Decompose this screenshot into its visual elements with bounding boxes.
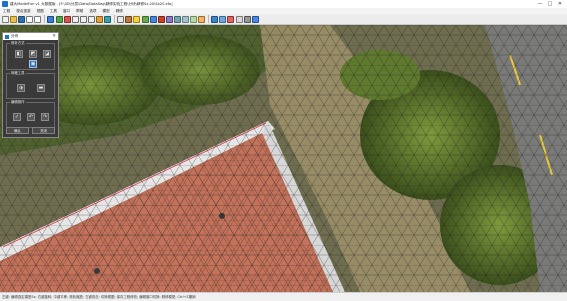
- group-repair-mode: 修补方式 ◧ ◩ ◪ ▣: [6, 41, 55, 70]
- rotate-icon[interactable]: [96, 15, 104, 23]
- export-icon[interactable]: [211, 15, 219, 23]
- settings-icon[interactable]: [243, 15, 251, 23]
- group-label: 修补方式: [10, 41, 26, 45]
- edit-redo-button[interactable]: ↷: [41, 113, 49, 121]
- maximize-button[interactable]: □: [545, 0, 555, 8]
- panel-app-icon: [5, 34, 9, 39]
- select-icon[interactable]: [149, 15, 157, 23]
- panel-footer: 确认 关闭: [6, 127, 55, 134]
- redo-icon: ↷: [42, 114, 48, 120]
- mesh-car-button[interactable]: ▬: [37, 84, 45, 92]
- grid-icon[interactable]: [235, 15, 243, 23]
- repair-fill-button[interactable]: ◪: [43, 50, 51, 58]
- close-button[interactable]: ✕: [555, 0, 565, 8]
- delete-icon[interactable]: [157, 15, 165, 23]
- undo-icon[interactable]: [26, 15, 34, 23]
- bridge-icon[interactable]: [181, 15, 189, 23]
- group-label: 编辑操作: [10, 100, 26, 104]
- new-icon[interactable]: [2, 15, 9, 23]
- flat-icon: ◧: [16, 51, 22, 57]
- edit-undo-button[interactable]: ↶: [27, 113, 35, 121]
- 3d-viewport[interactable]: [0, 25, 567, 292]
- check-icon: ✓: [14, 114, 20, 120]
- open-icon[interactable]: [10, 15, 18, 23]
- zoom-out-icon[interactable]: [79, 15, 87, 23]
- main-toolbar: [0, 14, 567, 25]
- panel-close-text-button[interactable]: 关闭: [32, 127, 55, 134]
- repair-selected-button[interactable]: ▣: [29, 60, 37, 68]
- plane-icon: ◩: [30, 51, 36, 57]
- help-icon[interactable]: [251, 15, 259, 23]
- view-side-icon[interactable]: [63, 15, 71, 23]
- repair-plane-button[interactable]: ◩: [29, 50, 37, 58]
- minimize-button[interactable]: —: [535, 0, 545, 8]
- view-top-icon[interactable]: [55, 15, 63, 23]
- smooth-icon[interactable]: [190, 15, 198, 23]
- panel-close-button[interactable]: ✕: [52, 33, 56, 40]
- toolbar-separator: [114, 15, 116, 23]
- status-text: 左键: 编辑选定模型Sx; 右键旋转; 中键平移; 滚轮缩放; 左键双击: 切换…: [2, 295, 196, 299]
- save-icon[interactable]: [18, 15, 26, 23]
- group-mesh-tools: 网格工具 ⬗ ▬: [6, 71, 55, 99]
- texture-icon[interactable]: [125, 15, 133, 23]
- import-icon[interactable]: [219, 15, 227, 23]
- fit-icon[interactable]: [104, 15, 112, 23]
- edit-confirm-button[interactable]: ✓: [13, 113, 21, 121]
- mesh-scene: [0, 25, 567, 292]
- vehicle-icon: ▬: [38, 85, 44, 91]
- repair-flat-button[interactable]: ◧: [15, 50, 23, 58]
- fill-icon: ◪: [44, 51, 50, 57]
- texture-fix-icon[interactable]: [198, 15, 206, 23]
- toolbar-separator: [44, 15, 46, 23]
- status-bar: 左键: 编辑选定模型Sx; 右键旋转; 中键平移; 滚轮缩放; 左键双击: 切换…: [0, 292, 567, 301]
- zoom-in-icon[interactable]: [71, 15, 79, 23]
- panel-header[interactable]: 分块 ✕: [3, 33, 58, 40]
- light-icon[interactable]: [133, 15, 141, 23]
- tool-panel: 分块 ✕ 修补方式 ◧ ◩ ◪ ▣ 网格工具 ⬗ ▬ 编辑操作 ✓ ↶ ↷ 确认…: [2, 32, 59, 138]
- brush-icon: ⬗: [19, 85, 23, 91]
- app-logo-icon: [2, 1, 8, 7]
- toolbar-separator: [208, 15, 210, 23]
- select-icon: ▣: [30, 61, 36, 67]
- flatten-icon[interactable]: [165, 15, 173, 23]
- group-label: 网格工具: [10, 71, 26, 75]
- measure-icon[interactable]: [141, 15, 149, 23]
- view-front-icon[interactable]: [47, 15, 55, 23]
- undo-icon: ↶: [28, 114, 34, 120]
- mesh-brush-button[interactable]: ⬗: [17, 84, 25, 92]
- panel-title: 分块: [11, 34, 19, 38]
- layers-icon[interactable]: [227, 15, 235, 23]
- panel-confirm-button[interactable]: 确认: [6, 127, 29, 134]
- window-controls: — □ ✕: [535, 0, 565, 8]
- title-bar: 建大ModelFun v1 大数据版 - [F:\3D\分层\Data\Data…: [0, 0, 567, 8]
- window-title: 建大ModelFun v1 大数据版 - [F:\3D\分层\Data\Data…: [10, 2, 173, 6]
- redo-icon[interactable]: [34, 15, 42, 23]
- pan-icon[interactable]: [87, 15, 95, 23]
- app-window: 建大ModelFun v1 大数据版 - [F:\3D\分层\Data\Data…: [0, 0, 567, 301]
- wireframe-icon[interactable]: [117, 15, 125, 23]
- fill-icon[interactable]: [173, 15, 181, 23]
- group-edit-ops: 编辑操作 ✓ ↶ ↷: [6, 100, 55, 128]
